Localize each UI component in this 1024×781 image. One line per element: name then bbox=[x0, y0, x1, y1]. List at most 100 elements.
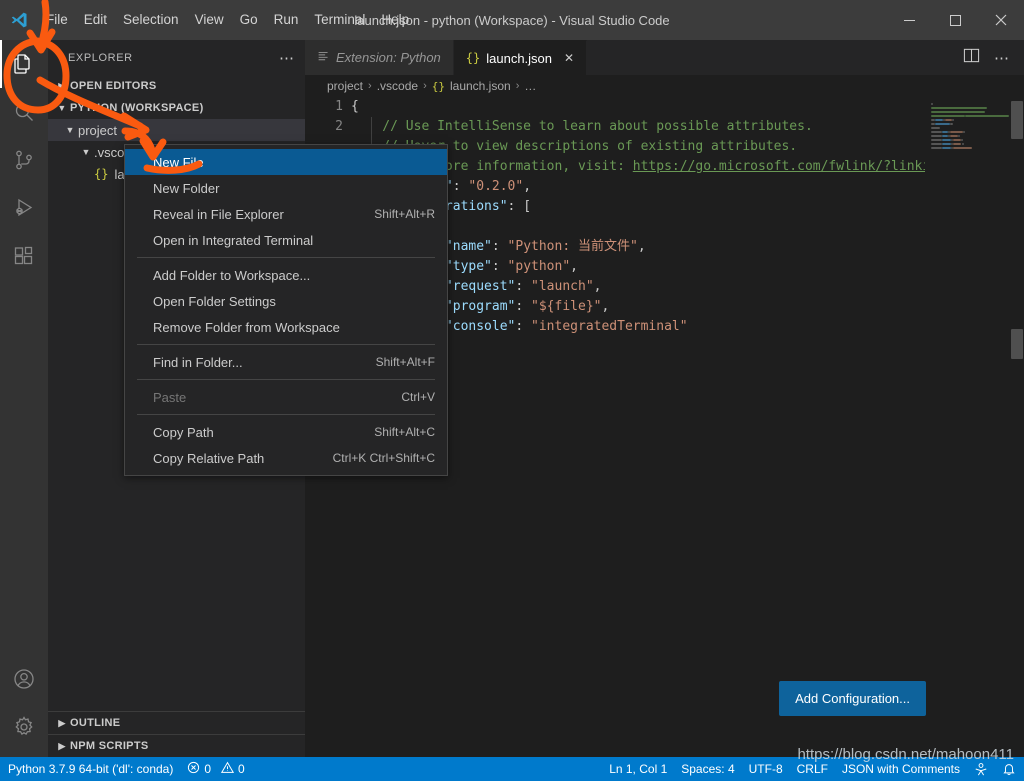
activitybar-account-icon[interactable] bbox=[0, 655, 48, 703]
activitybar-source-control-icon[interactable] bbox=[0, 136, 48, 184]
status-encoding[interactable]: UTF-8 bbox=[749, 762, 783, 776]
chevron-down-icon: ▼ bbox=[65, 125, 75, 135]
activitybar-run-and-debug-icon[interactable] bbox=[0, 184, 48, 232]
activitybar-explorer-icon[interactable] bbox=[0, 40, 48, 88]
sidebar-section-label: NPM SCRIPTS bbox=[70, 740, 149, 752]
code-token: "${file}" bbox=[531, 299, 602, 314]
context-menu-item-label: New Folder bbox=[153, 180, 220, 196]
more-actions-icon[interactable]: ⋯ bbox=[994, 49, 1010, 67]
breadcrumb-item-more[interactable]: … bbox=[524, 79, 536, 93]
json-braces-icon: {} bbox=[465, 51, 481, 65]
explorer-context-menu[interactable]: New File New Folder Reveal in File Explore… bbox=[124, 144, 448, 476]
code-line-1: { bbox=[351, 97, 359, 117]
activitybar-extensions-icon[interactable] bbox=[0, 232, 48, 280]
minimap-line bbox=[931, 115, 966, 117]
minimap-line bbox=[931, 103, 933, 105]
scrollbar-thumb-secondary[interactable] bbox=[1011, 329, 1023, 359]
error-circle-icon bbox=[187, 761, 200, 777]
code-token: "type" bbox=[444, 259, 492, 274]
context-menu-item-label: Open in Integrated Terminal bbox=[153, 232, 314, 248]
minimap-line bbox=[931, 139, 943, 141]
tree-item-project[interactable]: ▼ project bbox=[48, 119, 305, 141]
activitybar-search-icon[interactable] bbox=[0, 88, 48, 136]
menu-edit[interactable]: Edit bbox=[76, 0, 115, 40]
minimap-line bbox=[965, 115, 1009, 117]
sidebar-more-actions-icon[interactable]: ⋯ bbox=[279, 49, 295, 67]
smiley-feedback-icon[interactable] bbox=[974, 762, 988, 776]
minimap-line bbox=[931, 107, 988, 109]
context-menu-item-new-folder[interactable]: New Folder bbox=[125, 175, 447, 201]
activitybar-manage-gear-icon[interactable] bbox=[0, 703, 48, 751]
context-menu-item-label: Add Folder to Workspace... bbox=[153, 267, 311, 283]
status-python-interpreter[interactable]: Python 3.7.9 64-bit ('dl': conda) bbox=[8, 762, 173, 776]
tab-extension-python[interactable]: Extension: Python bbox=[305, 40, 454, 75]
chevron-right-icon: ▶ bbox=[58, 740, 66, 751]
context-menu-item-copy-path[interactable]: Copy Path Shift+Alt+C bbox=[125, 419, 447, 445]
status-bar-right: Ln 1, Col 1 Spaces: 4 UTF-8 CRLF JSON wi… bbox=[609, 762, 1016, 776]
sidebar-section-label: OPEN EDITORS bbox=[70, 80, 157, 92]
status-indentation[interactable]: Spaces: 4 bbox=[681, 762, 734, 776]
tree-item-label: project bbox=[78, 122, 118, 138]
context-menu-item-remove-folder-from-workspace[interactable]: Remove Folder from Workspace bbox=[125, 314, 447, 340]
menu-help[interactable]: Help bbox=[373, 0, 417, 40]
menu-view[interactable]: View bbox=[187, 0, 232, 40]
chevron-down-icon: ▼ bbox=[57, 103, 67, 113]
sidebar-section-open-editors[interactable]: ▶ OPEN EDITORS bbox=[48, 75, 305, 97]
minimap-line bbox=[942, 147, 951, 149]
context-menu-item-open-in-integrated-terminal[interactable]: Open in Integrated Terminal bbox=[125, 227, 447, 253]
breadcrumb-separator: › bbox=[515, 80, 520, 92]
menu-run[interactable]: Run bbox=[266, 0, 307, 40]
breadcrumb-item-launch-json[interactable]: launch.json bbox=[450, 79, 511, 93]
notifications-bell-icon[interactable] bbox=[1002, 762, 1016, 776]
chevron-right-icon: ▶ bbox=[58, 717, 66, 728]
status-language-mode[interactable]: JSON with Comments bbox=[842, 762, 960, 776]
context-menu-item-label: Copy Path bbox=[153, 424, 214, 440]
sidebar-section-python-workspace[interactable]: ▼ PYTHON (WORKSPACE) bbox=[48, 97, 305, 119]
tab-launch-json[interactable]: {} launch.json ✕ bbox=[453, 40, 588, 75]
status-problems[interactable]: 0 0 bbox=[187, 761, 245, 777]
breadcrumb-item-project[interactable]: project bbox=[327, 79, 363, 93]
close-icon[interactable]: ✕ bbox=[564, 51, 574, 65]
code-token: "0.2.0" bbox=[468, 179, 524, 194]
context-menu-item-copy-relative-path[interactable]: Copy Relative Path Ctrl+K Ctrl+Shift+C bbox=[125, 445, 447, 471]
minimap[interactable] bbox=[925, 97, 1010, 757]
window-controls[interactable] bbox=[886, 0, 1024, 40]
breadcrumb-item-vscode[interactable]: .vscode bbox=[377, 79, 418, 93]
split-editor-icon[interactable] bbox=[963, 47, 980, 69]
status-eol[interactable]: CRLF bbox=[797, 762, 828, 776]
context-menu-item-new-file[interactable]: New File bbox=[125, 149, 447, 175]
menu-terminal[interactable]: Terminal bbox=[306, 0, 373, 40]
context-menu-item-label: Paste bbox=[153, 389, 187, 405]
menu-selection[interactable]: Selection bbox=[115, 0, 187, 40]
menu-go[interactable]: Go bbox=[232, 0, 266, 40]
code-token: : bbox=[515, 279, 532, 294]
code-token: "Python: 当前文件" bbox=[507, 239, 638, 254]
breadcrumb-separator: › bbox=[423, 80, 427, 92]
editor-vertical-scrollbar[interactable] bbox=[1010, 97, 1024, 757]
minimap-line bbox=[934, 123, 950, 125]
minimap-line bbox=[931, 131, 943, 133]
code-token: { bbox=[351, 99, 359, 114]
menu-bar[interactable]: File Edit Selection View Go Run Terminal… bbox=[38, 0, 417, 40]
maximize-button[interactable] bbox=[932, 0, 978, 40]
code-token: , bbox=[637, 239, 646, 254]
status-cursor-position[interactable]: Ln 1, Col 1 bbox=[609, 762, 667, 776]
menu-file[interactable]: File bbox=[38, 0, 76, 40]
add-configuration-button[interactable]: Add Configuration... bbox=[779, 681, 926, 716]
sidebar-bottom-sections: ▶ OUTLINE ▶ NPM SCRIPTS bbox=[48, 711, 305, 757]
context-menu-item-find-in-folder[interactable]: Find in Folder... Shift+Alt+F bbox=[125, 349, 447, 375]
warning-count: 0 bbox=[238, 762, 245, 776]
scrollbar-thumb[interactable] bbox=[1011, 101, 1023, 139]
code-token: "name" bbox=[444, 239, 492, 254]
minimap-line bbox=[942, 143, 951, 145]
context-menu-item-shortcut: Shift+Alt+F bbox=[375, 355, 435, 369]
sidebar-section-npm-scripts[interactable]: ▶ NPM SCRIPTS bbox=[48, 734, 305, 757]
context-menu-item-reveal-in-file-explorer[interactable]: Reveal in File Explorer Shift+Alt+R bbox=[125, 201, 447, 227]
minimize-button[interactable] bbox=[886, 0, 932, 40]
sidebar-title-label: EXPLORER bbox=[68, 51, 133, 64]
sidebar-section-outline[interactable]: ▶ OUTLINE bbox=[48, 711, 305, 734]
minimap-line bbox=[945, 119, 952, 121]
context-menu-item-open-folder-settings[interactable]: Open Folder Settings bbox=[125, 288, 447, 314]
close-button[interactable] bbox=[978, 0, 1024, 40]
context-menu-item-add-folder-to-workspace[interactable]: Add Folder to Workspace... bbox=[125, 262, 447, 288]
